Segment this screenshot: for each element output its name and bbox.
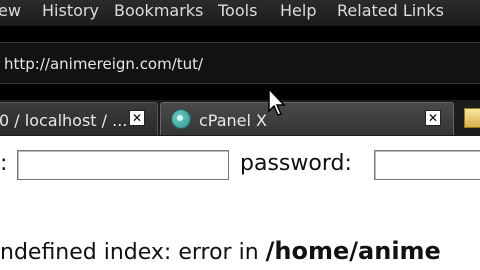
username-label: : <box>0 151 8 176</box>
error-prefix: ndefined index: error in <box>0 240 266 265</box>
password-label: password: <box>240 151 352 176</box>
error-path: /home/anime <box>265 237 441 265</box>
username-input[interactable] <box>17 150 229 180</box>
tab-localhost[interactable]: 0 / localhost / ... ✕ <box>0 102 158 135</box>
url-input[interactable]: http://animereign.com/tut/ <box>0 51 474 77</box>
tab-cpanel-label: cPanel X <box>199 111 268 130</box>
browser-window: ew History Bookmarks Tools Help Related … <box>0 0 480 270</box>
address-bar: http://animereign.com/tut/ <box>0 42 480 84</box>
yellow-favicon-icon[interactable] <box>464 108 480 128</box>
tab-strip: 0 / localhost / ... ✕ cPanel X ✕ <box>0 100 480 136</box>
menu-related-links[interactable]: Related Links <box>337 0 444 24</box>
menu-history[interactable]: History <box>42 0 99 24</box>
mouse-cursor-icon <box>268 87 286 116</box>
cpanel-icon <box>171 109 191 129</box>
page-content: : password: ndefined index: error in /ho… <box>0 136 480 270</box>
tab-cpanel[interactable]: cPanel X ✕ <box>160 102 454 135</box>
menu-help[interactable]: Help <box>280 0 316 24</box>
menu-bar: ew History Bookmarks Tools Help Related … <box>0 0 480 26</box>
menu-bookmarks[interactable]: Bookmarks <box>114 0 203 24</box>
close-icon[interactable]: ✕ <box>129 110 145 126</box>
password-input[interactable] <box>374 150 480 180</box>
error-message: ndefined index: error in /home/anime <box>0 237 441 265</box>
tab-localhost-label: 0 / localhost / ... <box>0 111 128 130</box>
menu-view[interactable]: ew <box>0 0 21 24</box>
menu-tools[interactable]: Tools <box>218 0 257 24</box>
close-icon[interactable]: ✕ <box>425 110 441 126</box>
